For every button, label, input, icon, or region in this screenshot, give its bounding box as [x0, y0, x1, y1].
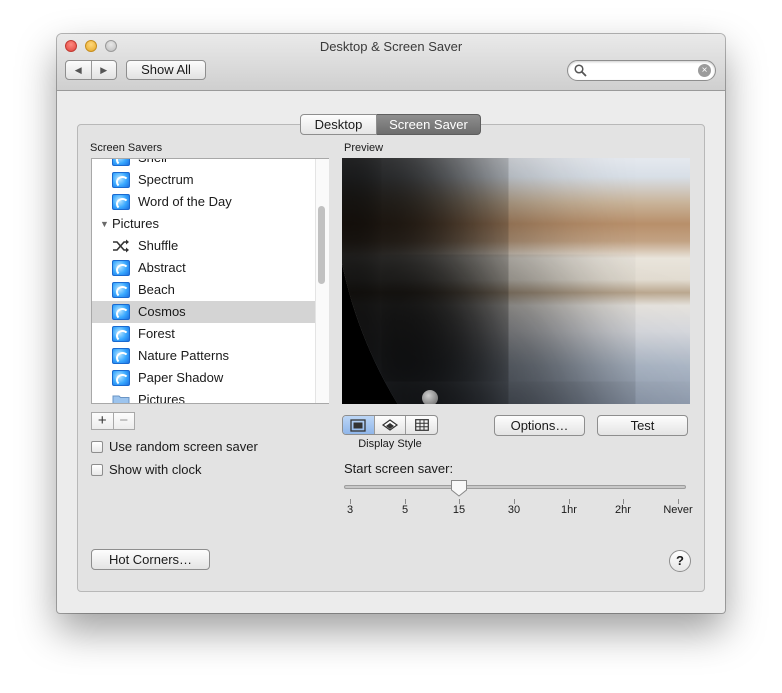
list-item-label: Beach — [138, 282, 175, 297]
screensaver-icon — [112, 282, 130, 298]
show-clock-option[interactable]: Show with clock — [91, 462, 201, 477]
random-screensaver-checkbox[interactable] — [91, 440, 103, 453]
list-item[interactable]: Spectrum — [92, 169, 328, 191]
list-item-selected[interactable]: Cosmos — [92, 301, 328, 323]
forward-arrow-icon: ▶ — [100, 64, 108, 75]
show-clock-label: Show with clock — [109, 462, 202, 477]
list-item[interactable]: Beach — [92, 279, 328, 301]
list-item[interactable]: Shuffle — [92, 235, 328, 257]
random-screensaver-label: Use random screen saver — [109, 439, 258, 454]
test-button[interactable]: Test — [597, 415, 688, 436]
screensaver-preview — [342, 158, 690, 404]
show-all-button[interactable]: Show All — [126, 60, 206, 80]
planet-image — [342, 158, 690, 404]
list-item-label: Pictures — [138, 392, 185, 404]
clear-search-icon[interactable]: × — [698, 64, 711, 77]
slider-tick-label: 3 — [346, 504, 354, 516]
back-arrow-icon: ◀ — [74, 64, 82, 75]
list-group-label: Pictures — [112, 216, 159, 231]
preferences-window: Desktop & Screen Saver ◀ ▶ Show All × De… — [57, 34, 725, 613]
tab-desktop[interactable]: Desktop — [300, 114, 377, 135]
disclosure-triangle-icon[interactable]: ▼ — [100, 213, 109, 235]
list-item-label: Cosmos — [138, 304, 186, 319]
search-field[interactable]: × — [567, 60, 716, 81]
list-item[interactable]: Pictures — [92, 389, 328, 404]
list-item[interactable]: Forest — [92, 323, 328, 345]
search-input[interactable] — [590, 62, 698, 80]
list-item[interactable]: Word of the Day — [92, 191, 328, 213]
slider-tick-label: 2hr — [615, 504, 631, 516]
list-item-label: Shuffle — [138, 238, 179, 253]
screensaver-icon — [112, 194, 130, 210]
hot-corners-button[interactable]: Hot Corners… — [91, 549, 210, 570]
slider-tick-label: 15 — [452, 504, 466, 516]
back-forward-control: ◀ ▶ — [65, 60, 117, 80]
single-image-icon — [350, 418, 366, 432]
display-style-label: Display Style — [358, 438, 422, 450]
screensaver-icon — [112, 172, 130, 188]
shuffle-icon — [113, 239, 129, 253]
slider-tick-label: Never — [663, 504, 693, 516]
random-screensaver-option[interactable]: Use random screen saver — [91, 439, 258, 454]
slider-tick-label: 30 — [507, 504, 521, 516]
folder-icon — [112, 395, 130, 403]
window-title: Desktop & Screen Saver — [319, 39, 463, 54]
moon-image — [422, 390, 438, 404]
list-item-label: Word of the Day — [138, 194, 232, 209]
list-item-label: Nature Patterns — [138, 348, 230, 363]
add-screensaver-button[interactable]: + — [92, 413, 113, 429]
list-group-pictures[interactable]: ▼ Pictures — [92, 213, 328, 235]
screen-savers-header: Screen Savers — [90, 142, 163, 154]
display-style-single[interactable] — [343, 416, 374, 434]
mosaic-grid-icon — [414, 419, 429, 431]
list-item-label: Spectrum — [138, 172, 194, 187]
screensaver-icon — [112, 159, 130, 166]
display-style-control — [342, 415, 438, 435]
display-style-stack[interactable] — [373, 416, 406, 434]
options-button[interactable]: Options… — [494, 415, 585, 436]
help-button[interactable]: ? — [669, 550, 691, 572]
forward-button[interactable]: ▶ — [90, 61, 117, 79]
list-item-label: Abstract — [138, 260, 186, 275]
start-screensaver-slider[interactable] — [344, 485, 686, 489]
display-style-mosaic[interactable] — [405, 416, 437, 434]
slider-knob[interactable] — [450, 479, 468, 497]
list-scrollbar[interactable] — [318, 206, 325, 284]
slider-tick-label: 5 — [401, 504, 409, 516]
search-icon — [574, 64, 587, 77]
show-clock-checkbox[interactable] — [91, 463, 103, 476]
preview-header: Preview — [344, 142, 384, 154]
remove-screensaver-button[interactable]: − — [112, 413, 135, 429]
tab-screen-saver[interactable]: Screen Saver — [377, 114, 481, 135]
photo-stack-icon — [381, 419, 399, 431]
list-item[interactable]: Abstract — [92, 257, 328, 279]
screensaver-icon — [112, 348, 130, 364]
add-remove-control: + − — [91, 412, 135, 430]
back-button[interactable]: ◀ — [66, 61, 91, 79]
title-bar: Desktop & Screen Saver ◀ ▶ Show All × — [57, 34, 725, 91]
screensaver-icon — [112, 370, 130, 386]
screensaver-icon — [112, 326, 130, 342]
tab-bar: Desktop Screen Saver — [300, 114, 481, 135]
start-screensaver-label: Start screen saver: — [344, 461, 454, 476]
screensaver-icon — [112, 304, 130, 320]
list-item-label: Paper Shadow — [138, 370, 224, 385]
list-item-label: Forest — [138, 326, 175, 341]
screen-saver-list[interactable]: Shell Spectrum Word of the Day ▼ Picture… — [91, 158, 329, 404]
list-item[interactable]: Nature Patterns — [92, 345, 328, 367]
list-item[interactable]: Shell — [92, 159, 328, 169]
screensaver-icon — [112, 260, 130, 276]
list-item[interactable]: Paper Shadow — [92, 367, 328, 389]
list-item-label: Shell — [138, 159, 167, 169]
slider-tick-label: 1hr — [561, 504, 577, 516]
